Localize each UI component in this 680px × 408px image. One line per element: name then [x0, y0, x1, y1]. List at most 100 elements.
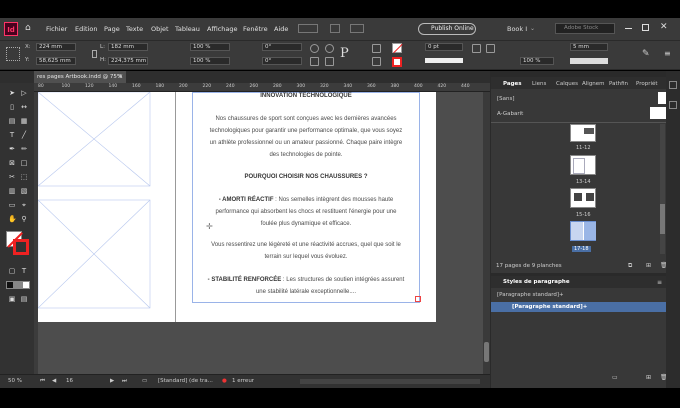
para-panel-title[interactable]: Styles de paragraphe [503, 279, 570, 285]
menu-fenetre[interactable]: Fenêtre [243, 25, 268, 33]
tab-calques[interactable]: Calques [556, 81, 578, 87]
content-collector-icon[interactable]: ▤ [8, 117, 16, 125]
gradient-swatch-tool-icon[interactable]: ▥ [8, 187, 16, 195]
drop-shadow-icon[interactable] [486, 44, 495, 53]
close-icon[interactable]: ✕ [660, 22, 668, 32]
zoom-tool-icon[interactable]: ⚲ [20, 215, 28, 223]
menu-tableau[interactable]: Tableau [175, 25, 200, 33]
pages-scrollbar[interactable] [660, 124, 665, 254]
last-page-icon[interactable]: ⏭ [122, 378, 127, 385]
paragraph-reference-icon[interactable]: P [340, 46, 349, 61]
page-tool-icon[interactable]: ▯ [8, 103, 16, 111]
chevron-down-icon[interactable]: ⌄ [530, 25, 535, 32]
menu-fichier[interactable]: Fichier [46, 25, 67, 33]
pencil-tool-icon[interactable]: ✏ [20, 145, 28, 153]
formatting-affects-container-icon[interactable]: ▢ [8, 267, 16, 275]
style-indicator[interactable]: [Standard] (de tra... [158, 378, 213, 384]
line-tool-icon[interactable]: ╱ [20, 131, 28, 139]
direct-selection-tool-icon[interactable]: ▷ [20, 89, 28, 97]
apply-none-icon[interactable] [22, 281, 30, 289]
select-content-icon[interactable] [372, 57, 381, 66]
home-icon[interactable]: ⌂ [25, 24, 34, 33]
opacity-field[interactable]: 100 % [520, 57, 554, 65]
x-field[interactable]: 224 mm [36, 43, 76, 51]
tab-pathfin[interactable]: Pathfin [609, 81, 628, 87]
pen-tool-icon[interactable]: ✒ [8, 145, 16, 153]
width-field[interactable]: 182 mm [108, 43, 148, 51]
rectangle-tool-icon[interactable]: □ [20, 159, 28, 167]
scissors-tool-icon[interactable]: ✂ [8, 173, 16, 181]
menu-page[interactable]: Page [104, 25, 120, 33]
publish-online-button[interactable]: Publish Online [418, 23, 476, 35]
spread-11-12-thumb[interactable] [570, 124, 596, 142]
gradient-feather-tool-icon[interactable]: ▧ [20, 187, 28, 195]
menu-objet[interactable]: Objet [151, 25, 169, 33]
bullet1-line-2[interactable]: performance qui absorbent les chocs et r… [192, 206, 420, 218]
para-panel-menu-icon[interactable]: ≡ [657, 279, 662, 286]
bullet1-line-1[interactable]: - AMORTI RÉACTIF : Nos semelles intègren… [192, 194, 420, 206]
minimize-icon[interactable] [625, 28, 632, 29]
rotate-cw-icon[interactable] [310, 44, 319, 53]
para1-line-2[interactable]: technologiques pour garantir une perform… [192, 125, 420, 137]
frame-fitting-bar[interactable] [570, 58, 608, 64]
para1-line-1[interactable]: Nos chaussures de sport sont conçues ave… [192, 113, 420, 125]
normal-view-icon[interactable]: ▣ [8, 295, 16, 303]
constrain-proportions-icon[interactable] [92, 50, 97, 58]
height-field[interactable]: 224,375 mm [108, 57, 148, 65]
tab-pages[interactable]: Pages [503, 81, 522, 87]
new-style-icon[interactable]: ⊞ [646, 374, 651, 381]
spread-15-16-label[interactable]: 15-16 [576, 212, 591, 218]
flip-horizontal-icon[interactable] [310, 57, 319, 66]
screen-mode-icon[interactable] [330, 24, 340, 33]
stroke-weight-field[interactable]: 0 pt [425, 43, 463, 51]
hand-tool-icon[interactable]: ✋ [8, 215, 17, 223]
spread-13-14-thumb[interactable] [570, 155, 596, 175]
bullet2-line-1[interactable]: - STABILITÉ RENFORCÉE : Les structures d… [192, 274, 420, 286]
gap-tool-icon[interactable]: ↔ [20, 103, 28, 111]
note-tool-icon[interactable]: ▭ [8, 201, 16, 209]
first-page-icon[interactable]: ⏮ [40, 378, 45, 385]
rotation-field[interactable]: 0° [262, 43, 302, 51]
bullet1-line-3[interactable]: foulée plus dynamique et efficace. [192, 218, 420, 230]
panel-icon-2[interactable] [669, 101, 677, 109]
new-page-icon[interactable]: ⊞ [646, 262, 651, 269]
rotate-ccw-icon[interactable] [325, 44, 334, 53]
rectangle-frame-tool-icon[interactable]: ⊠ [8, 159, 16, 167]
panel-menu-icon[interactable]: ≡ [664, 49, 671, 58]
horizontal-scrollbar[interactable] [300, 379, 480, 384]
workspace-switcher[interactable]: Book I [507, 25, 527, 33]
y-field[interactable]: 58,625 mm [36, 57, 76, 65]
zoom-level[interactable]: 50 % [8, 378, 22, 384]
spread-13-14-label[interactable]: 13-14 [576, 179, 591, 185]
free-transform-tool-icon[interactable]: ⬚ [20, 173, 28, 181]
scale-x-field[interactable]: 100 % [190, 43, 230, 51]
scroll-thumb[interactable] [484, 342, 489, 362]
document-tab[interactable]: res pages Artbook.indd @ 75% ✕ [34, 71, 126, 83]
apply-gradient-icon[interactable] [14, 281, 22, 289]
menu-edition[interactable]: Edition [75, 25, 98, 33]
shear-field[interactable]: 0° [262, 57, 302, 65]
fx-icon[interactable] [472, 44, 481, 53]
apply-color-icon[interactable] [6, 281, 14, 289]
spread-17-18-label[interactable]: 17-18 [572, 246, 591, 252]
reference-point-icon[interactable] [6, 47, 20, 61]
master-none[interactable]: [Sans] [497, 96, 515, 102]
error-count[interactable]: 1 erreur [232, 378, 254, 384]
para-style-item[interactable]: [Paragraphe standard]+ [512, 304, 587, 310]
stroke-type-select[interactable] [425, 58, 463, 63]
open-page-icon[interactable]: ▭ [142, 378, 147, 384]
master-a-gabarit[interactable]: A-Gabarit [497, 111, 523, 117]
zoom-level-icon[interactable] [298, 24, 318, 33]
menu-texte[interactable]: Texte [126, 25, 143, 33]
maximize-icon[interactable] [642, 24, 649, 31]
preview-mode-icon[interactable]: ▤ [20, 295, 28, 303]
tab-proprietes[interactable]: Propriét [636, 81, 658, 87]
formatting-affects-text-icon[interactable]: T [20, 267, 28, 275]
spread-11-12-label[interactable]: 11-12 [576, 145, 591, 151]
selection-tool-icon[interactable]: ➤ [8, 89, 16, 97]
panel-icon-1[interactable] [669, 81, 677, 89]
edit-page-size-icon[interactable]: ⧉ [628, 262, 632, 270]
error-indicator-icon[interactable]: ● [222, 378, 227, 384]
tab-liens[interactable]: Liens [532, 81, 546, 87]
para1-line-3[interactable]: un athlète professionnel ou un amateur p… [192, 137, 420, 149]
